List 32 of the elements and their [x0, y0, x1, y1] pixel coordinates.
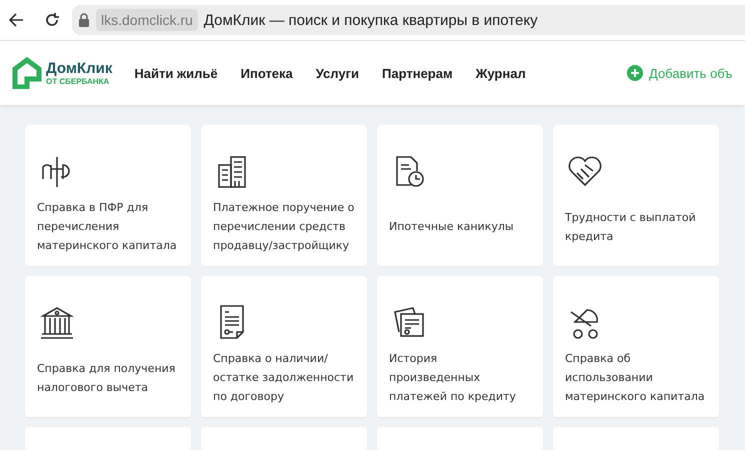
- site-domain: lks.domclick.ru: [96, 9, 198, 31]
- card-title: Справка о наличии/ остатке задолженности по договору: [213, 351, 355, 405]
- card-title: Справка для получения налогового вычета: [37, 360, 176, 396]
- nav-link[interactable]: Журнал: [476, 66, 526, 80]
- address-bar[interactable]: lks.domclick.ru ДомКлик — поиск и покупка квартиры в ипотеку: [72, 5, 745, 35]
- service-card[interactable]: Платежное поручение о перечислении средств продавцу/застройщику: [201, 125, 367, 266]
- reload-icon[interactable]: [44, 12, 60, 28]
- back-arrow-icon[interactable]: [8, 12, 24, 28]
- plus-circle-icon: [627, 65, 643, 81]
- logo-name: ДомКлик: [46, 60, 112, 77]
- card-title: Ипотечные каникулы: [389, 219, 515, 235]
- service-card[interactable]: Ипотечные каникулы: [377, 125, 543, 266]
- lock-icon: [78, 13, 90, 27]
- service-card[interactable]: История произведенных платежей по кредиту: [377, 276, 543, 417]
- page-title: ДомКлик — поиск и покупка квартиры в ипотеку: [204, 12, 538, 28]
- card-title: История произведенных платежей по кредиту: [389, 351, 517, 405]
- card-title: Справка об использовании материнского капитала: [565, 351, 706, 405]
- nav-link[interactable]: Партнерам: [382, 66, 453, 80]
- service-card[interactable]: Справка об использовании материнского капитала: [553, 276, 719, 417]
- nav-link[interactable]: Найти жильё: [134, 66, 218, 80]
- service-card[interactable]: Трудности с выплатой кредита: [553, 125, 719, 266]
- card-title: Справка в ПФР для перечисления материнского капитала: [37, 200, 178, 254]
- card-title: Трудности с выплатой кредита: [565, 210, 697, 244]
- service-card[interactable]: Справка в ПФР для перечисления материнского капитала: [25, 125, 191, 266]
- card-title: Платежное поручение о перечислении средств продавцу/застройщику: [213, 200, 355, 254]
- nav-link[interactable]: Ипотека: [240, 66, 293, 80]
- service-card[interactable]: Справка о наличии/ остатке задолженности по договору: [201, 276, 367, 417]
- service-card[interactable]: Справка для получения налогового вычета: [25, 276, 191, 417]
- house-logo-icon[interactable]: [12, 57, 42, 89]
- logo-subtitle: ОТ СБЕРБАНКА: [46, 77, 110, 86]
- add-listing-label: Добавить объ: [649, 66, 732, 80]
- nav-link[interactable]: Услуги: [316, 66, 360, 80]
